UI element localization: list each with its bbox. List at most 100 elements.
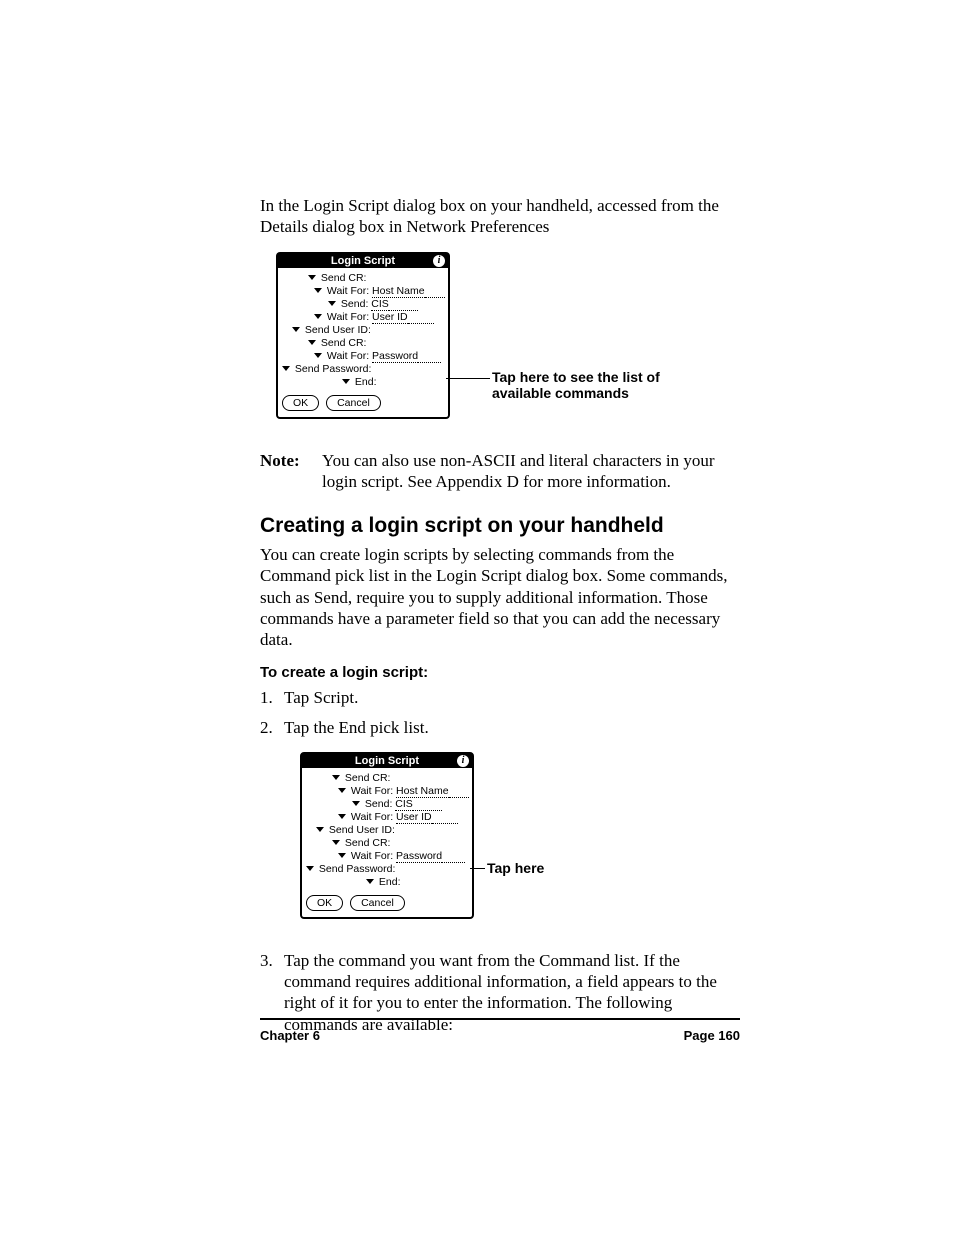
step-text: Tap Script. xyxy=(284,688,358,707)
callout-line xyxy=(470,868,485,869)
script-command-label: Send User ID: xyxy=(302,324,371,336)
dropdown-icon[interactable] xyxy=(328,301,336,306)
dialog-title-text: Login Script xyxy=(331,255,395,267)
section-heading: Creating a login script on your handheld xyxy=(260,514,740,538)
dropdown-icon[interactable] xyxy=(314,288,322,293)
script-command-label: Send CR: xyxy=(342,772,390,784)
dropdown-icon[interactable] xyxy=(332,840,340,845)
dropdown-icon[interactable] xyxy=(314,353,322,358)
ok-button[interactable]: OK xyxy=(282,395,319,411)
dropdown-icon[interactable] xyxy=(342,379,350,384)
script-command-label: Send: xyxy=(362,798,395,810)
section-paragraph: You can create login scripts by selectin… xyxy=(260,544,740,650)
note-block: Note: You can also use non-ASCII and lit… xyxy=(260,450,740,493)
script-row[interactable]: Send User ID: xyxy=(306,824,468,836)
callout-2: Tap here xyxy=(487,860,544,877)
callout-1: Tap here to see the list of available co… xyxy=(492,369,702,403)
script-command-label: Wait For: xyxy=(324,350,372,362)
script-command-label: Send CR: xyxy=(342,837,390,849)
script-row[interactable]: Send Password: xyxy=(306,863,468,875)
step-text: Tap the End pick list. xyxy=(284,718,429,737)
footer-chapter: Chapter 6 xyxy=(260,1028,320,1043)
step-number: 3. xyxy=(260,950,284,971)
script-row[interactable]: Wait For: User ID xyxy=(282,311,444,323)
script-value[interactable]: CIS xyxy=(371,298,389,311)
script-row[interactable]: Send: CIS xyxy=(282,298,444,310)
script-value[interactable]: User ID xyxy=(396,811,432,824)
figure-2: Login Script i Send CR: Wait For: Host N… xyxy=(284,752,740,932)
step-1: 1.Tap Script. xyxy=(260,687,740,708)
dropdown-icon[interactable] xyxy=(308,340,316,345)
script-row[interactable]: Send Password: xyxy=(282,363,444,375)
dropdown-icon[interactable] xyxy=(314,314,322,319)
underline-filler xyxy=(449,785,469,798)
script-row[interactable]: Wait For: Host Name xyxy=(282,285,444,297)
script-command-label: Wait For: xyxy=(324,311,372,323)
ok-button[interactable]: OK xyxy=(306,895,343,911)
dropdown-icon[interactable] xyxy=(282,366,290,371)
dropdown-icon[interactable] xyxy=(292,327,300,332)
script-command-label: Send Password: xyxy=(316,863,395,875)
intro-paragraph: In the Login Script dialog box on your h… xyxy=(260,195,740,238)
login-script-dialog: Login Script i Send CR: Wait For: Host N… xyxy=(300,752,474,919)
dialog-title-text: Login Script xyxy=(355,755,419,767)
cancel-button[interactable]: Cancel xyxy=(350,895,405,911)
cancel-button[interactable]: Cancel xyxy=(326,395,381,411)
dialog-title: Login Script i xyxy=(278,254,448,268)
dropdown-icon[interactable] xyxy=(306,866,314,871)
script-row[interactable]: Send: CIS xyxy=(306,798,468,810)
script-row[interactable]: Wait For: Password xyxy=(306,850,468,862)
script-row[interactable]: Send CR: xyxy=(306,837,468,849)
dropdown-icon[interactable] xyxy=(352,801,360,806)
step-2: 2.Tap the End pick list. xyxy=(260,717,740,738)
underline-filler xyxy=(425,285,445,298)
script-row[interactable]: End: xyxy=(282,376,444,388)
script-value[interactable]: Host Name xyxy=(396,785,449,798)
dropdown-icon[interactable] xyxy=(338,853,346,858)
dropdown-icon[interactable] xyxy=(366,879,374,884)
script-command-label: End: xyxy=(352,376,377,388)
script-command-label: End: xyxy=(376,876,401,888)
note-body: You can also use non-ASCII and literal c… xyxy=(322,450,740,493)
figure-1: Login Script i Send CR: Wait For: Host N… xyxy=(260,252,740,432)
script-command-label: Send CR: xyxy=(318,272,366,284)
note-label: Note: xyxy=(260,450,322,493)
step-number: 1. xyxy=(260,687,284,708)
procedure-subhead: To create a login script: xyxy=(260,664,740,681)
script-row[interactable]: Send CR: xyxy=(282,272,444,284)
script-row[interactable]: Wait For: Host Name xyxy=(306,785,468,797)
script-row[interactable]: Wait For: User ID xyxy=(306,811,468,823)
script-row[interactable]: End: xyxy=(306,876,468,888)
underline-filler xyxy=(413,798,442,811)
callout-line xyxy=(446,378,490,379)
footer-rule xyxy=(260,1018,740,1020)
dropdown-icon[interactable] xyxy=(308,275,316,280)
underline-filler xyxy=(432,811,458,824)
info-icon[interactable]: i xyxy=(433,255,445,267)
script-row[interactable]: Send CR: xyxy=(282,337,444,349)
script-command-label: Send: xyxy=(338,298,371,310)
step-number: 2. xyxy=(260,717,284,738)
script-value[interactable]: CIS xyxy=(395,798,413,811)
dropdown-icon[interactable] xyxy=(316,827,324,832)
script-row[interactable]: Wait For: Password xyxy=(282,350,444,362)
script-command-label: Wait For: xyxy=(348,785,396,797)
dropdown-icon[interactable] xyxy=(338,814,346,819)
script-value[interactable]: Password xyxy=(396,850,442,863)
dialog-body: Send CR: Wait For: Host Name Send: CIS W… xyxy=(302,768,472,888)
script-value[interactable]: Host Name xyxy=(372,285,425,298)
script-value[interactable]: User ID xyxy=(372,311,408,324)
script-row[interactable]: Send User ID: xyxy=(282,324,444,336)
script-command-label: Wait For: xyxy=(324,285,372,297)
underline-filler xyxy=(442,850,465,863)
info-icon[interactable]: i xyxy=(457,755,469,767)
underline-filler xyxy=(389,298,418,311)
dropdown-icon[interactable] xyxy=(338,788,346,793)
script-command-label: Send Password: xyxy=(292,363,371,375)
dropdown-icon[interactable] xyxy=(332,775,340,780)
step-3: 3.Tap the command you want from the Comm… xyxy=(260,950,740,1035)
script-value[interactable]: Password xyxy=(372,350,418,363)
script-row[interactable]: Send CR: xyxy=(306,772,468,784)
script-command-label: Send CR: xyxy=(318,337,366,349)
script-command-label: Wait For: xyxy=(348,850,396,862)
